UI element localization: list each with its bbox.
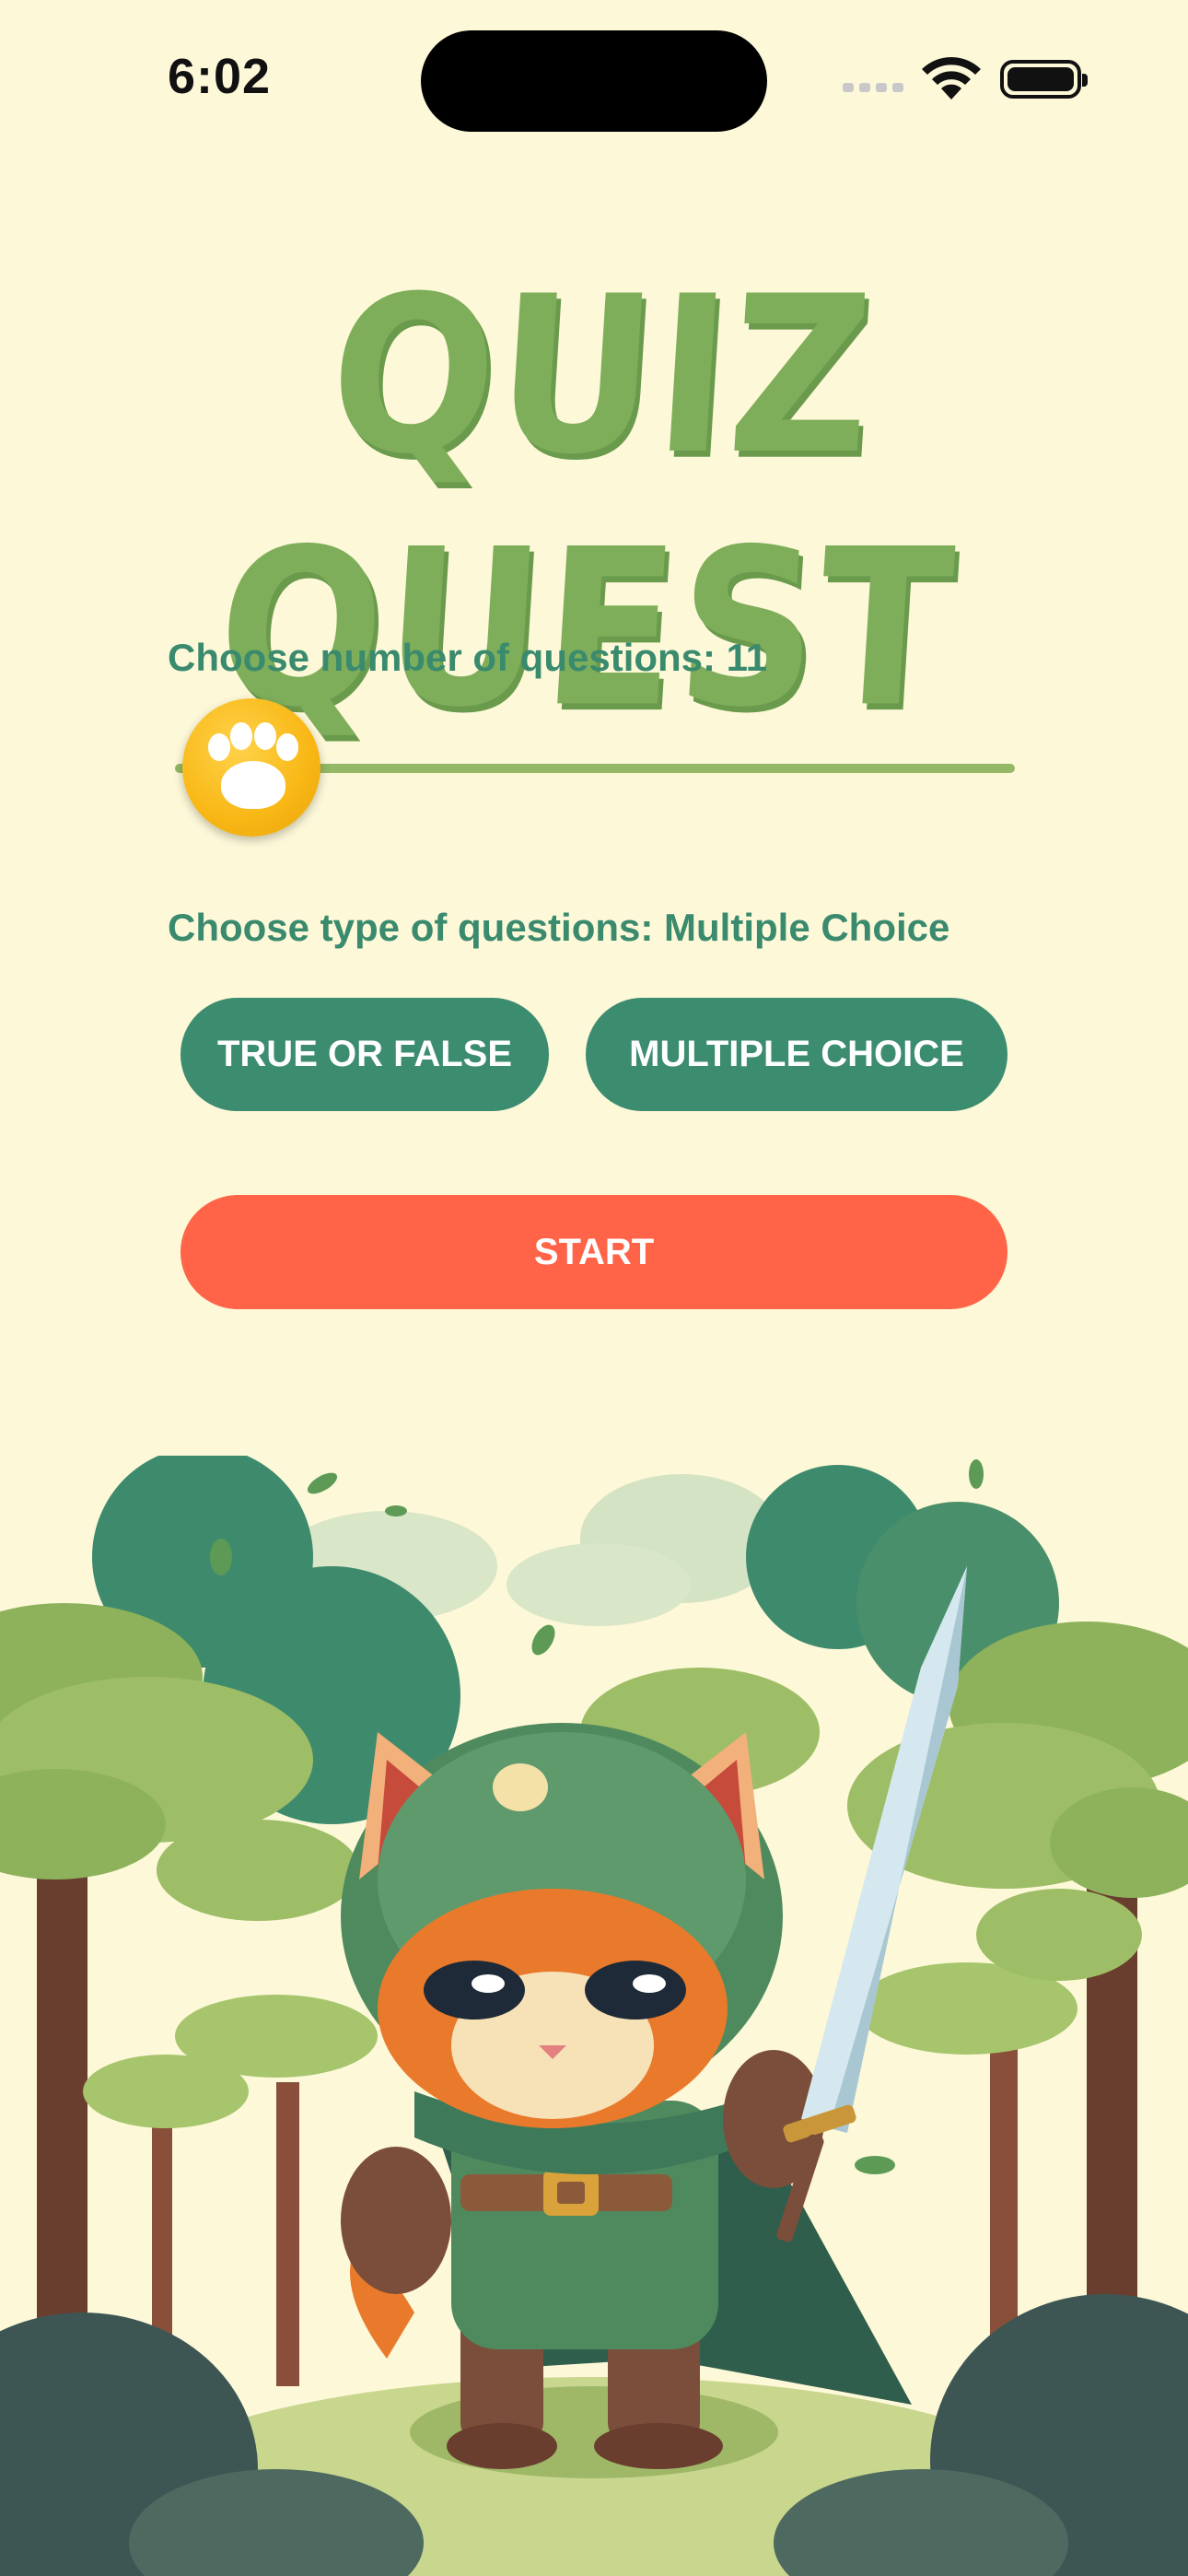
status-time: 6:02 bbox=[168, 49, 272, 104]
multiple-choice-button[interactable]: MULTIPLE CHOICE bbox=[586, 998, 1007, 1111]
true-or-false-button[interactable]: TRUE OR FALSE bbox=[181, 998, 549, 1111]
question-type-label: Choose type of questions: Multiple Choic… bbox=[168, 906, 950, 949]
dynamic-island bbox=[421, 30, 767, 132]
signal-icon bbox=[843, 83, 907, 96]
status-bar: 6:02 bbox=[0, 0, 1188, 157]
paw-slider-thumb[interactable] bbox=[182, 698, 320, 837]
start-button[interactable]: START bbox=[181, 1195, 1007, 1309]
battery-icon bbox=[1000, 60, 1088, 99]
wifi-icon bbox=[922, 57, 981, 100]
question-count-slider[interactable] bbox=[175, 698, 1015, 837]
question-count-label: Choose number of questions: 11 bbox=[168, 636, 768, 679]
cat-knight-forest-illustration bbox=[0, 1456, 1188, 2576]
